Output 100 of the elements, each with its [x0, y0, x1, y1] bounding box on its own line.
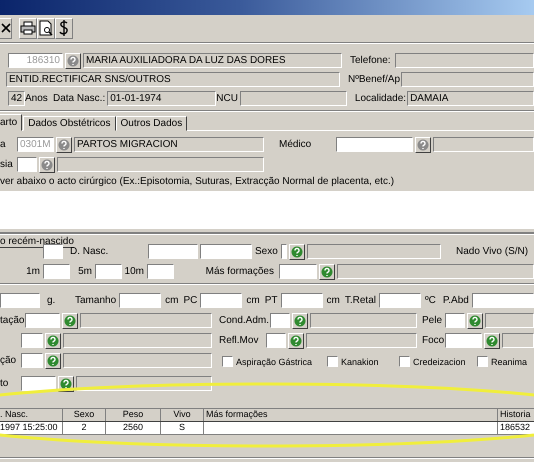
field-label: P.Abd [442, 295, 469, 306]
birth-date-field: 01-01-1974 [107, 91, 216, 106]
field-label: cm [246, 295, 260, 306]
help-button[interactable] [415, 136, 431, 152]
column-header[interactable]: Más formações [204, 409, 498, 421]
field-label: tação [0, 315, 24, 326]
question-icon [294, 314, 306, 326]
code-field[interactable] [21, 353, 43, 368]
question-icon [64, 314, 76, 326]
apgar-field[interactable] [95, 264, 122, 279]
close-icon [0, 23, 10, 33]
field-label: NCU [216, 93, 238, 104]
field-label: Localidade: [354, 93, 406, 104]
table-cell: 2560 [106, 422, 161, 434]
field-label: T.Retal [344, 295, 376, 306]
question-icon [67, 54, 79, 66]
field-label: Nado Vivo (S/N) [456, 246, 528, 257]
field-label: Refl.Mov [219, 335, 260, 346]
date-field[interactable] [148, 244, 198, 259]
question-icon [290, 334, 302, 346]
code-field[interactable] [445, 333, 482, 348]
field-label: to [0, 378, 10, 389]
money-button[interactable] [55, 18, 73, 38]
column-header[interactable]: Vivo [161, 409, 204, 421]
page-magnifier-icon [39, 20, 53, 36]
field-label: g. [47, 295, 56, 306]
question-icon [321, 266, 333, 278]
tab[interactable]: arto [0, 114, 22, 131]
weight-field[interactable] [0, 293, 40, 308]
field-label: 1m [25, 266, 40, 277]
preview-button[interactable] [37, 18, 55, 38]
column-header[interactable]: . Nasc. [0, 409, 63, 421]
field-label: Telefone: [350, 55, 392, 66]
age-field: 42 [8, 91, 25, 106]
help-button[interactable] [467, 312, 483, 328]
field-label: Más formações [204, 266, 274, 277]
code-field[interactable] [266, 333, 286, 348]
field-label: sia [0, 159, 14, 170]
code-field[interactable] [17, 157, 37, 172]
field-label: ção [0, 355, 18, 366]
help-button[interactable] [62, 312, 78, 328]
code-field[interactable] [25, 313, 60, 328]
code-field[interactable] [21, 333, 43, 348]
printer-icon [20, 21, 36, 35]
help-button[interactable] [45, 352, 61, 368]
column-header[interactable]: Sexo [63, 409, 106, 421]
help-button[interactable] [288, 332, 304, 348]
table-cell: S [161, 422, 204, 434]
field-label: cm [326, 295, 340, 306]
table-cell: 1997 15:25:00 [0, 422, 63, 434]
field-label: NºBenef/Ap [348, 74, 400, 85]
measure-field[interactable] [472, 293, 534, 308]
code-field[interactable] [270, 313, 290, 328]
locality-field: DAMAIA [407, 91, 534, 106]
question-icon [47, 334, 59, 346]
checkbox[interactable]: Reanima [477, 356, 528, 367]
tab[interactable]: Dados Obstétricos [23, 116, 116, 131]
field-label: 5m [77, 266, 92, 277]
apgar-field[interactable] [43, 264, 70, 279]
apgar-field[interactable] [147, 264, 174, 279]
tab[interactable]: Outros Dados [116, 116, 188, 131]
field-label: 10m [124, 266, 144, 277]
field-label: Tamanho [75, 295, 116, 306]
help-button[interactable] [45, 332, 61, 348]
measure-field[interactable] [119, 293, 162, 308]
instruction-text: ver abaixo o acto cirúrgico (Ex.:Episotomia, Suturas, Extracção Normal de placenta, etc.) [0, 176, 396, 188]
help-button[interactable] [289, 244, 305, 260]
column-header[interactable]: Historia [498, 409, 534, 421]
help-button[interactable] [484, 332, 500, 348]
code-field[interactable] [445, 313, 465, 328]
measure-field[interactable] [280, 293, 323, 308]
help-button[interactable] [39, 156, 55, 172]
field-label: PT [264, 295, 278, 306]
question-icon [469, 314, 481, 326]
time-field[interactable] [200, 244, 252, 259]
malformation-field[interactable] [279, 264, 317, 279]
question-icon [58, 138, 70, 150]
doctor-field[interactable] [336, 137, 413, 152]
sex-field[interactable] [281, 244, 287, 259]
help-button[interactable] [292, 312, 308, 328]
checkbox[interactable]: Credeizacion [399, 356, 477, 367]
code-field[interactable] [21, 376, 56, 391]
print-button[interactable] [19, 18, 37, 38]
field-label: cm [165, 295, 178, 306]
question-icon [417, 138, 429, 150]
checkbox[interactable]: Kanakion [327, 356, 399, 367]
help-button[interactable] [319, 264, 335, 280]
text-field[interactable] [43, 244, 63, 259]
question-icon [47, 354, 59, 366]
entity-field: ENTID.RECTIFICAR SNS/OUTROS [6, 72, 340, 87]
field-label: Pele [422, 315, 444, 326]
checkbox[interactable]: Aspiração Gástrica [222, 356, 327, 367]
column-header[interactable]: Peso [106, 409, 161, 421]
measure-field[interactable] [378, 293, 421, 308]
field-label: Médico [279, 139, 312, 150]
help-button[interactable] [56, 136, 72, 152]
question-icon [291, 246, 303, 258]
measure-field[interactable] [200, 293, 242, 308]
close-button[interactable] [0, 18, 12, 38]
help-button[interactable] [65, 52, 81, 68]
